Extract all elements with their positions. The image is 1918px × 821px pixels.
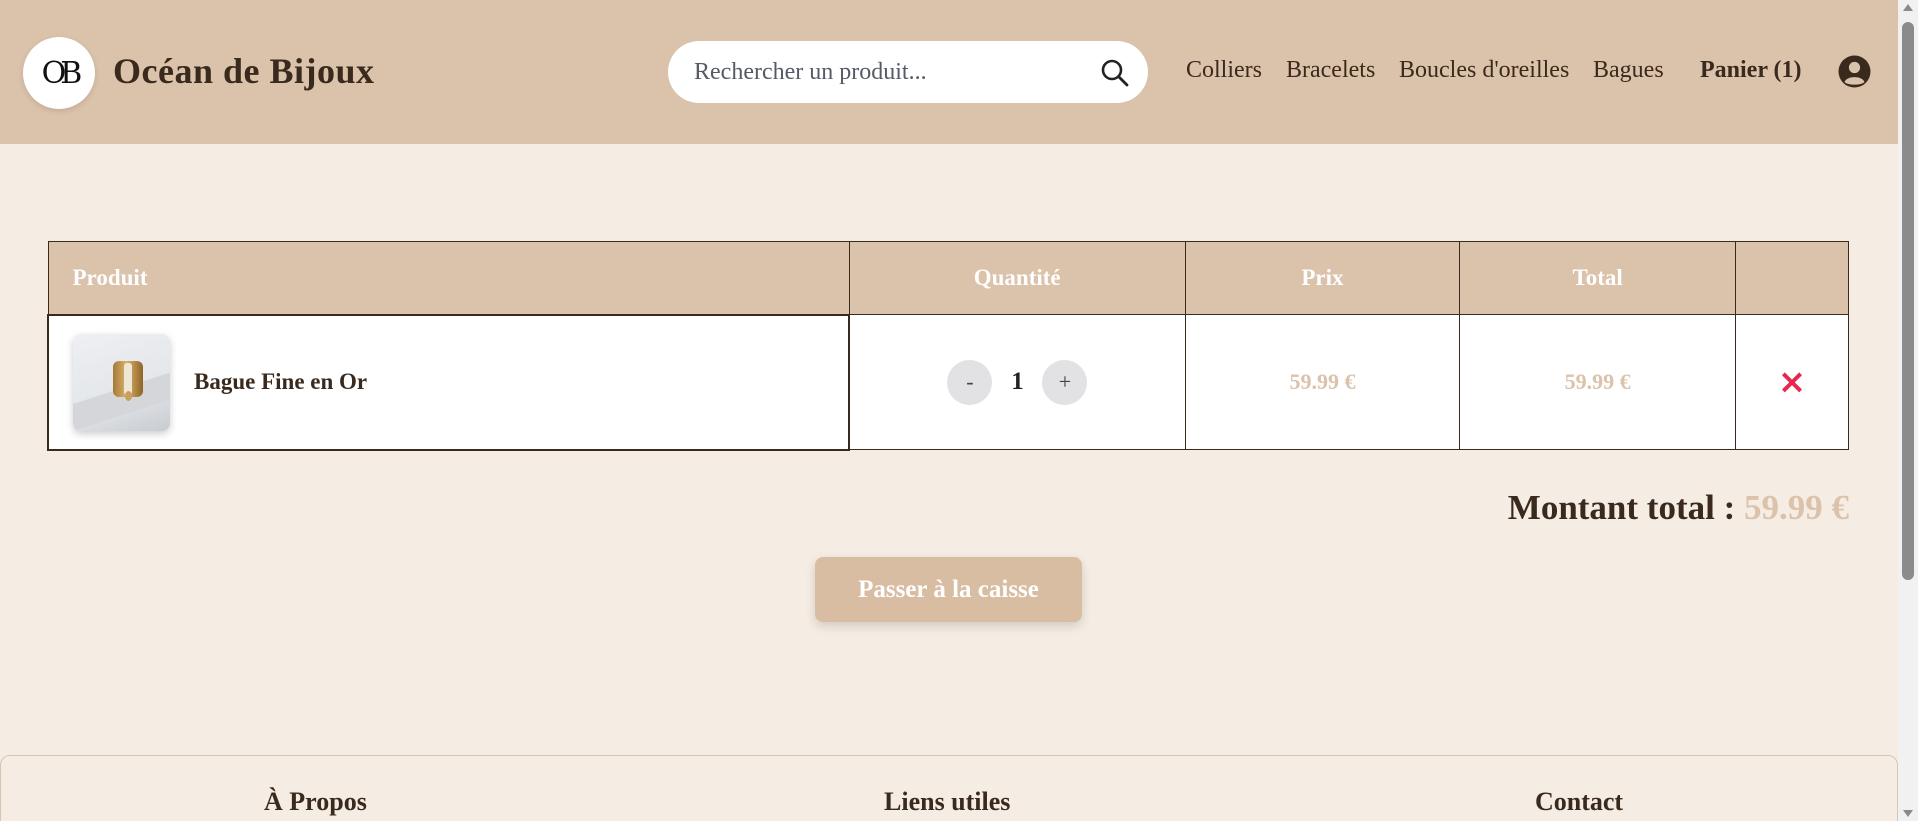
- cart-row: Bague Fine en Or - 1 + 59.99 € 59.99 € ×: [46, 313, 1849, 451]
- remove-item-icon[interactable]: ×: [1778, 362, 1807, 402]
- nav-bagues[interactable]: Bagues: [1593, 57, 1664, 84]
- cart-table-header: Produit Quantité Prix Total: [47, 241, 1849, 315]
- remove-cell: ×: [1735, 314, 1849, 450]
- brand-name[interactable]: Océan de Bijoux: [113, 50, 375, 92]
- price-cell: 59.99 €: [1184, 314, 1461, 450]
- grand-total-label: Montant total :: [1507, 488, 1736, 527]
- nav-colliers[interactable]: Colliers: [1186, 57, 1262, 84]
- product-thumbnail[interactable]: [73, 333, 170, 431]
- logo-monogram: OB: [41, 55, 83, 91]
- ring-gap: [124, 362, 132, 395]
- grand-total: Montant total : 59.99 €: [1508, 488, 1849, 528]
- line-total: 59.99 €: [1564, 369, 1631, 394]
- product-name[interactable]: Bague Fine en Or: [194, 369, 367, 395]
- footer-heading-about: À Propos: [264, 787, 367, 816]
- search-bar: [668, 41, 1148, 103]
- decrease-quantity-button[interactable]: -: [947, 359, 993, 405]
- col-header-remove: [1735, 241, 1849, 315]
- search-input[interactable]: [694, 41, 1074, 103]
- user-account-icon[interactable]: [1838, 55, 1871, 88]
- nav-bracelets[interactable]: Bracelets: [1286, 57, 1375, 84]
- quantity-value: 1: [1011, 368, 1024, 395]
- footer-heading-links: Liens utiles: [884, 787, 1011, 816]
- col-header-price: Prix: [1184, 241, 1461, 315]
- product-cell: Bague Fine en Or: [46, 313, 851, 451]
- col-header-quantity: Quantité: [848, 241, 1186, 315]
- site-footer: À Propos Liens utiles Contact: [0, 755, 1898, 821]
- site-header: OB Océan de Bijoux Colliers Bracelets Bo…: [0, 0, 1898, 144]
- scroll-thumb[interactable]: [1902, 22, 1914, 580]
- nav-boucles-oreilles[interactable]: Boucles d'oreilles: [1399, 57, 1569, 84]
- brand-logo[interactable]: OB: [23, 37, 95, 109]
- col-header-product: Produit: [47, 241, 850, 315]
- search-icon[interactable]: [1100, 58, 1130, 88]
- ring-charm: [125, 390, 132, 401]
- quantity-cell: - 1 +: [848, 314, 1186, 450]
- grand-total-amount: 59.99 €: [1744, 488, 1849, 527]
- scroll-up-icon[interactable]: [1903, 4, 1913, 11]
- page-scrollbar[interactable]: [1898, 0, 1918, 821]
- unit-price: 59.99 €: [1289, 369, 1356, 394]
- nav-cart[interactable]: Panier (1): [1700, 57, 1802, 84]
- checkout-button[interactable]: Passer à la caisse: [815, 557, 1082, 622]
- total-cell: 59.99 €: [1459, 314, 1737, 450]
- col-header-total: Total: [1459, 241, 1737, 315]
- cart-table: Produit Quantité Prix Total Bague Fine e…: [46, 241, 1849, 451]
- scroll-down-icon[interactable]: [1903, 810, 1913, 817]
- quantity-stepper: - 1 +: [850, 359, 1184, 405]
- increase-quantity-button[interactable]: +: [1042, 359, 1088, 405]
- footer-heading-contact: Contact: [1535, 787, 1624, 816]
